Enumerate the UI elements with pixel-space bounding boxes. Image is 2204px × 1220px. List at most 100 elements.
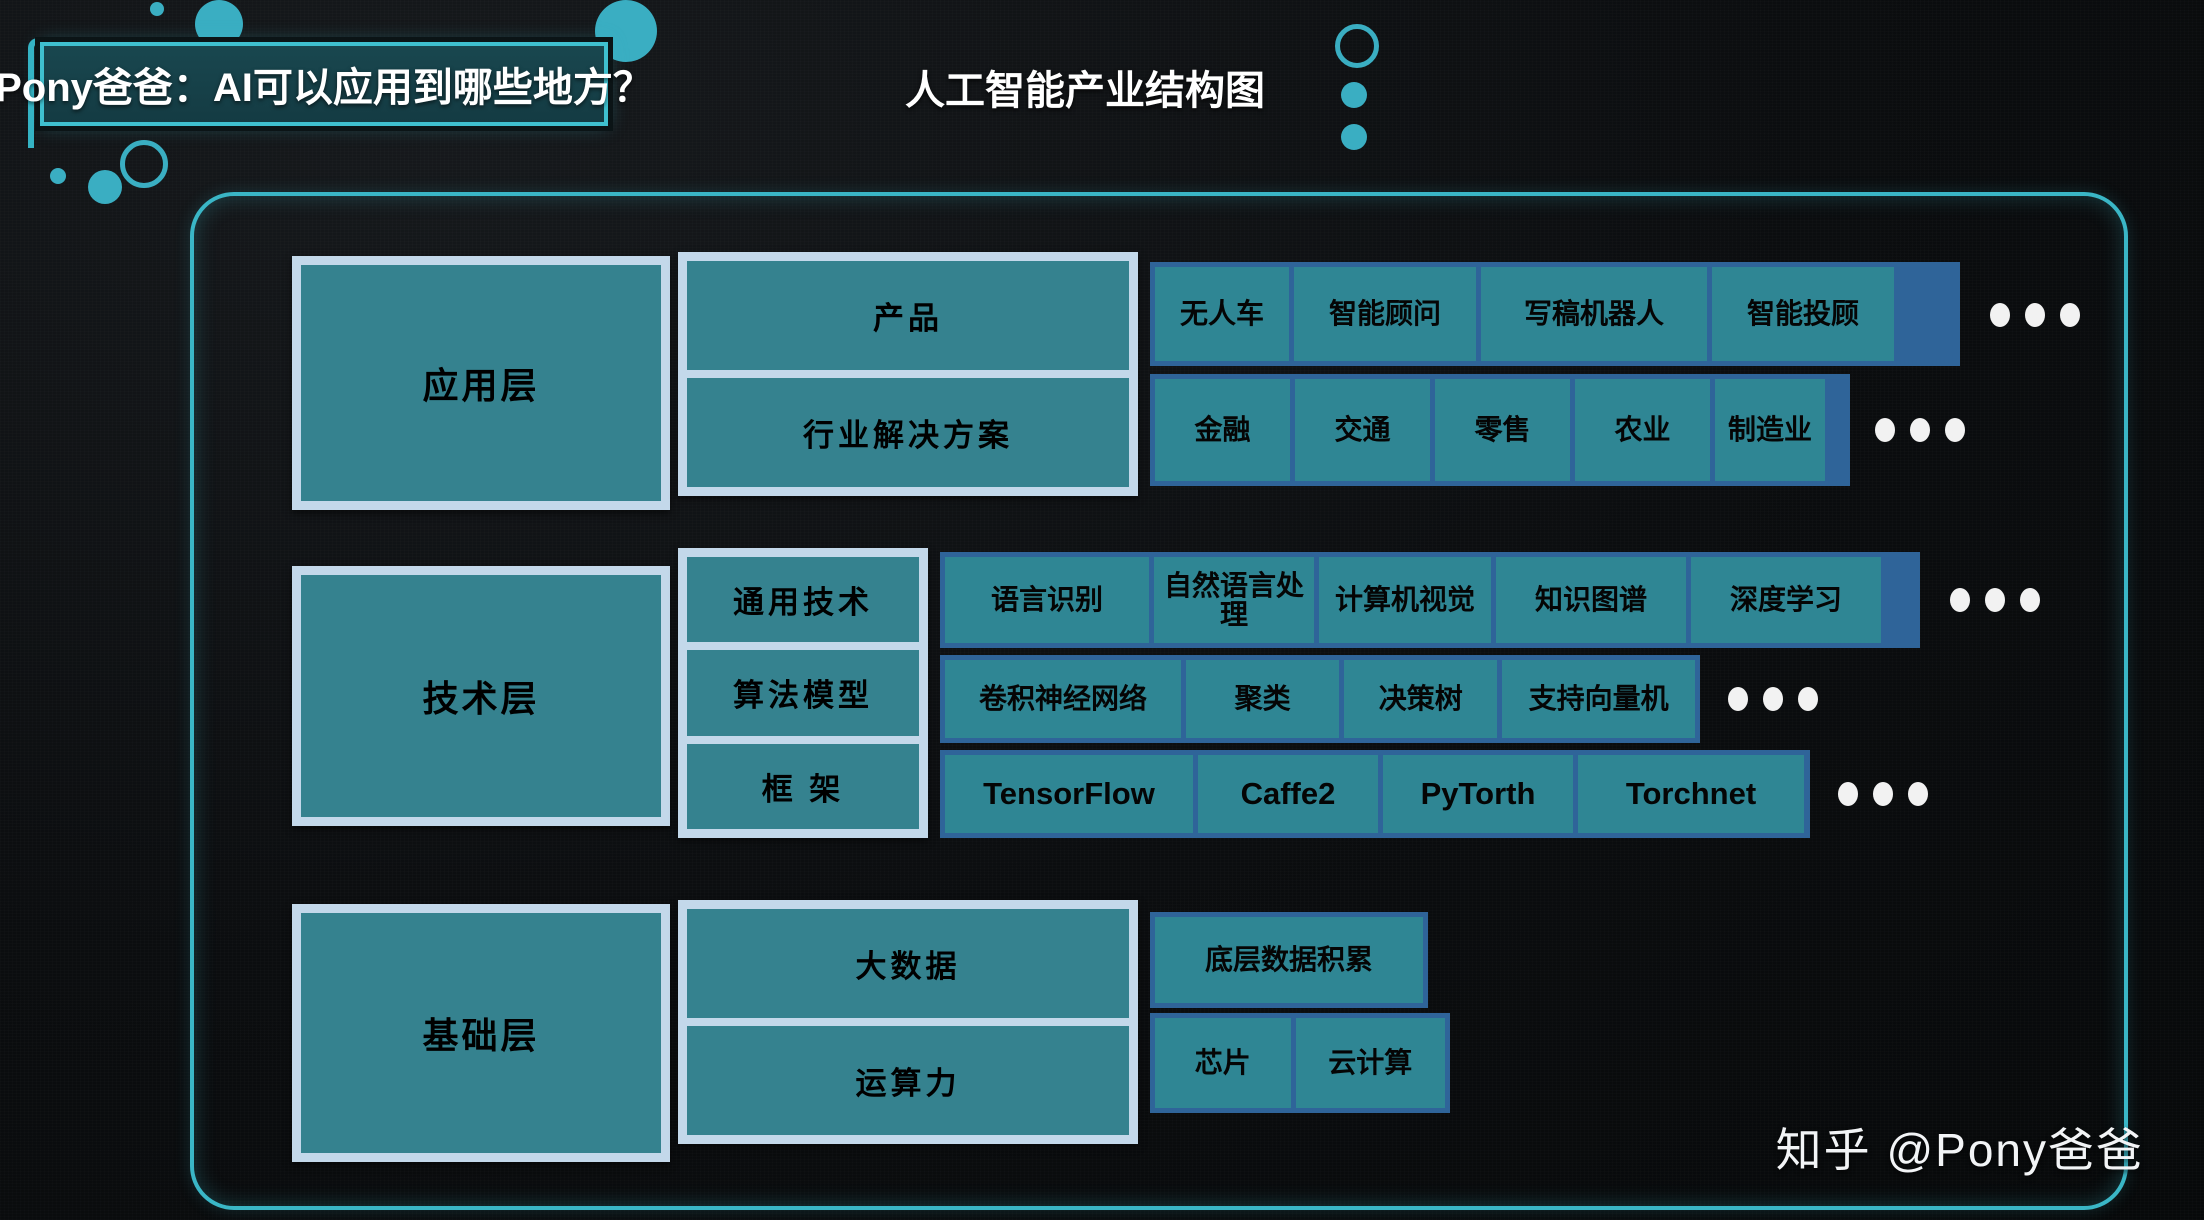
pill-general-4-label: 深度学习 — [1729, 584, 1842, 616]
pill-compute-0[interactable]: 芯片 — [1155, 1018, 1291, 1108]
group-row-solutions-label: 行业解决方案 — [803, 418, 1013, 453]
pill-algorithm-2[interactable]: 决策树 — [1344, 660, 1498, 738]
decor-ring-lower-left — [120, 140, 168, 188]
ellipsis-algorithms — [1728, 687, 1818, 711]
pill-industry-1[interactable]: 交通 — [1295, 379, 1430, 481]
pillrow-general-tech: 语言识别 自然语言处理 计算机视觉 知识图谱 深度学习 — [940, 552, 1920, 648]
ellipsis-dot — [1990, 303, 2010, 327]
ellipsis-dot — [1950, 588, 1970, 612]
pill-general-3[interactable]: 知识图谱 — [1496, 557, 1686, 643]
pill-framework-2[interactable]: PyTorth — [1383, 755, 1573, 833]
ellipsis-dot — [1945, 418, 1965, 442]
ellipsis-dot — [2020, 588, 2040, 612]
pill-product-1[interactable]: 智能顾问 — [1294, 267, 1476, 361]
group-row-general-tech-label: 通用技术 — [733, 585, 873, 621]
pill-product-2[interactable]: 写稿机器人 — [1481, 267, 1707, 361]
pill-industry-2-label: 零售 — [1474, 414, 1531, 446]
pill-general-4[interactable]: 深度学习 — [1691, 557, 1881, 643]
diagram-subtitle: 人工智能产业结构图 — [905, 69, 1265, 113]
pill-product-3[interactable]: 智能投顾 — [1712, 267, 1894, 361]
ellipsis-dot — [1910, 418, 1930, 442]
pill-industry-1-label: 交通 — [1334, 414, 1391, 446]
decor-dot-large-top — [195, 0, 243, 48]
ellipsis-dot — [1798, 687, 1818, 711]
layer-card-application[interactable]: 应用层 — [292, 256, 670, 510]
pill-general-3-label: 知识图谱 — [1534, 584, 1647, 616]
layer-card-technology-label: 技术层 — [422, 678, 540, 719]
pill-general-1-label: 自然语言处理 — [1163, 569, 1304, 630]
pill-algorithm-1-label: 聚类 — [1234, 683, 1291, 715]
pill-algorithm-3[interactable]: 支持向量机 — [1502, 660, 1696, 738]
group-row-solutions[interactable]: 行业解决方案 — [687, 378, 1129, 487]
layer-card-application-label: 应用层 — [422, 365, 540, 406]
pill-industry-0[interactable]: 金融 — [1155, 379, 1290, 481]
ellipsis-industries — [1875, 418, 1965, 442]
ellipsis-frameworks — [1838, 782, 1928, 806]
group-row-compute[interactable]: 运算力 — [687, 1026, 1129, 1135]
decor-ring-subtitle-top — [1335, 24, 1379, 68]
ellipsis-dot — [1873, 782, 1893, 806]
group-row-bigdata[interactable]: 大数据 — [687, 909, 1129, 1018]
pillrow-industries: 金融 交通 零售 农业 制造业 — [1150, 374, 1850, 486]
group-row-algorithm-model-label: 算法模型 — [733, 678, 873, 714]
pill-algorithm-0[interactable]: 卷积神经网络 — [945, 660, 1181, 738]
group-card-foundation: 大数据 运算力 — [678, 900, 1138, 1144]
watermark: 知乎 @Pony爸爸 — [1775, 1124, 2144, 1176]
ellipsis-dot — [1985, 588, 2005, 612]
layer-card-technology[interactable]: 技术层 — [292, 566, 670, 826]
decor-dot-medium-lowerleft — [88, 170, 122, 204]
ellipsis-dot — [1875, 418, 1895, 442]
group-row-products-label: 产品 — [873, 301, 943, 336]
pill-compute-1-label: 云计算 — [1328, 1047, 1413, 1079]
pill-product-2-label: 写稿机器人 — [1523, 298, 1664, 330]
ellipsis-dot — [1838, 782, 1858, 806]
pill-product-0-label: 无人车 — [1179, 298, 1264, 330]
ellipsis-products — [1990, 303, 2080, 327]
pillrow-frameworks: TensorFlow Caffe2 PyTorth Torchnet — [940, 750, 1810, 838]
pill-industry-2[interactable]: 零售 — [1435, 379, 1570, 481]
group-row-framework[interactable]: 框 架 — [687, 743, 919, 829]
pill-industry-3[interactable]: 农业 — [1575, 379, 1710, 481]
layer-card-foundation-label: 基础层 — [422, 1015, 540, 1056]
pill-framework-3[interactable]: Torchnet — [1578, 755, 1804, 833]
pill-general-0[interactable]: 语言识别 — [945, 557, 1149, 643]
pill-product-0[interactable]: 无人车 — [1155, 267, 1289, 361]
group-row-algorithm-model[interactable]: 算法模型 — [687, 650, 919, 736]
pill-framework-1[interactable]: Caffe2 — [1198, 755, 1378, 833]
decor-dot-subtitle-mid — [1341, 82, 1367, 108]
layer-card-foundation[interactable]: 基础层 — [292, 904, 670, 1162]
presentation-title-text: Pony爸爸：AI可以应用到哪些地方？ — [0, 66, 653, 110]
pill-framework-0[interactable]: TensorFlow — [945, 755, 1193, 833]
pill-bigdata-0[interactable]: 底层数据积累 — [1155, 917, 1423, 1003]
pill-algorithm-0-label: 卷积神经网络 — [978, 683, 1147, 715]
ellipsis-dot — [1728, 687, 1748, 711]
pill-framework-3-label: Torchnet — [1625, 775, 1757, 811]
pill-compute-1[interactable]: 云计算 — [1295, 1018, 1445, 1108]
decor-dot-subtitle-low — [1341, 124, 1367, 150]
group-card-technology: 通用技术 算法模型 框 架 — [678, 548, 928, 838]
group-row-bigdata-label: 大数据 — [855, 949, 961, 984]
pill-framework-1-label: Caffe2 — [1240, 775, 1336, 811]
group-row-framework-label: 框 架 — [761, 771, 845, 807]
group-row-general-tech[interactable]: 通用技术 — [687, 557, 919, 643]
pillrow-bigdata: 底层数据积累 — [1150, 912, 1428, 1008]
pill-industry-4[interactable]: 制造业 — [1715, 379, 1825, 481]
group-row-products[interactable]: 产品 — [687, 261, 1129, 370]
pill-general-2[interactable]: 计算机视觉 — [1319, 557, 1491, 643]
pill-framework-2-label: PyTorth — [1420, 775, 1536, 811]
group-row-compute-label: 运算力 — [855, 1066, 961, 1101]
pillrow-products: 无人车 智能顾问 写稿机器人 智能投顾 — [1150, 262, 1960, 366]
pill-compute-0-label: 芯片 — [1194, 1047, 1251, 1079]
pill-algorithm-2-label: 决策树 — [1378, 683, 1463, 715]
pill-industry-3-label: 农业 — [1614, 414, 1671, 446]
pillrow-algorithms: 卷积神经网络 聚类 决策树 支持向量机 — [940, 655, 1700, 743]
ellipsis-general-tech — [1950, 588, 2040, 612]
pill-general-2-label: 计算机视觉 — [1334, 584, 1475, 616]
pill-framework-0-label: TensorFlow — [983, 775, 1155, 811]
decor-dot-tiny-lowerleft — [50, 168, 66, 184]
pill-industry-4-label: 制造业 — [1727, 414, 1812, 446]
ellipsis-dot — [2060, 303, 2080, 327]
pill-general-1[interactable]: 自然语言处理 — [1154, 557, 1314, 643]
pill-algorithm-1[interactable]: 聚类 — [1185, 660, 1340, 738]
pill-algorithm-3-label: 支持向量机 — [1528, 683, 1669, 715]
